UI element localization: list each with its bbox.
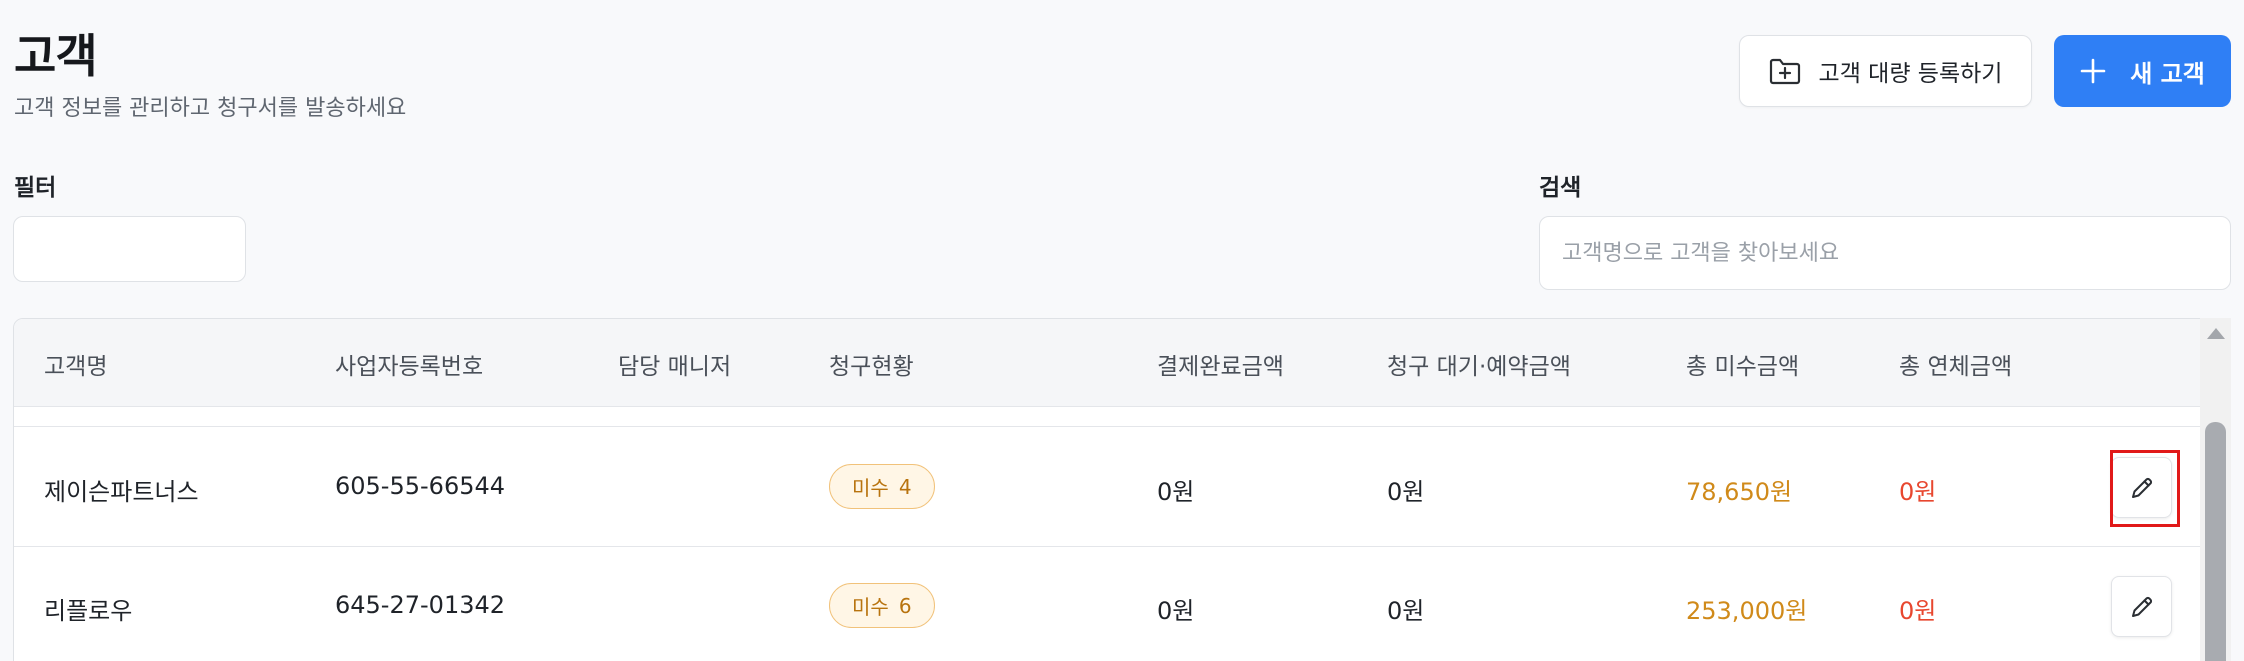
column-header-unpaid-amount[interactable]: 총 미수금액 — [1686, 347, 1799, 381]
filter-label: 필터 — [14, 175, 57, 201]
column-header-pending-amount[interactable]: 청구 대기·예약금액 — [1387, 347, 1571, 381]
cell-pending-amount: 0원 — [1387, 478, 1425, 506]
column-header-overdue-amount[interactable]: 총 연체금액 — [1899, 347, 2012, 381]
status-badge-count: 6 — [898, 593, 912, 618]
cell-unpaid-amount: 78,650원 — [1686, 478, 1793, 506]
table-row[interactable]: 제이슨파트너스 605-55-66544 미수 4 0원 0원 78,650원 … — [14, 428, 2200, 547]
cell-overdue-amount: 0원 — [1899, 597, 1937, 625]
table-header: 고객명 사업자등록번호 담당 매니저 청구현황 결제완료금액 청구 대기·예약금… — [14, 319, 2200, 407]
filter-select[interactable] — [13, 216, 246, 282]
cell-customer-name: 제이슨파트너스 — [44, 478, 199, 506]
scrollbar-thumb[interactable] — [2205, 422, 2226, 661]
cell-business-number: 645-27-01342 — [335, 591, 506, 619]
status-badge-count: 4 — [898, 474, 912, 499]
cell-pending-amount: 0원 — [1387, 597, 1425, 625]
bulk-register-label: 고객 대량 등록하기 — [1818, 61, 2003, 87]
table-scrollbar[interactable] — [2200, 318, 2231, 661]
status-badge: 미수 4 — [829, 464, 935, 509]
bulk-register-button[interactable]: 고객 대량 등록하기 — [1739, 35, 2032, 107]
cell-paid-amount: 0원 — [1157, 478, 1195, 506]
search-input[interactable] — [1539, 216, 2231, 290]
customer-table: 고객명 사업자등록번호 담당 매니저 청구현황 결제완료금액 청구 대기·예약금… — [13, 318, 2231, 661]
page-subtitle: 고객 정보를 관리하고 청구서를 발송하세요 — [14, 96, 407, 121]
column-header-billing-status[interactable]: 청구현황 — [829, 347, 914, 381]
column-header-name[interactable]: 고객명 — [44, 347, 107, 381]
column-header-paid-amount[interactable]: 결제완료금액 — [1157, 347, 1284, 381]
cell-paid-amount: 0원 — [1157, 597, 1195, 625]
page-title: 고객 — [14, 29, 98, 83]
table-row-partial — [14, 407, 2200, 427]
edit-customer-button[interactable] — [2111, 457, 2172, 518]
cell-business-number: 605-55-66544 — [335, 472, 506, 500]
cell-overdue-amount: 0원 — [1899, 478, 1937, 506]
table-row[interactable]: 리플로우 645-27-01342 미수 6 0원 0원 253,000원 0원 — [14, 547, 2200, 661]
column-header-manager[interactable]: 담당 매니저 — [618, 347, 731, 381]
cell-customer-name: 리플로우 — [44, 597, 133, 625]
new-customer-label: 새 고객 — [2130, 59, 2205, 88]
pencil-icon — [2129, 594, 2155, 620]
new-customer-button[interactable]: 새 고객 — [2054, 35, 2231, 107]
search-label: 검색 — [1539, 175, 1582, 201]
plus-icon — [2080, 58, 2106, 84]
folder-plus-icon — [1769, 57, 1801, 85]
column-header-business-number[interactable]: 사업자등록번호 — [335, 347, 483, 381]
cell-unpaid-amount: 253,000원 — [1686, 597, 1808, 625]
pencil-icon — [2129, 475, 2155, 501]
status-badge-label: 미수 — [852, 595, 889, 619]
status-badge-label: 미수 — [852, 476, 889, 500]
status-badge: 미수 6 — [829, 583, 935, 628]
edit-customer-button[interactable] — [2111, 576, 2172, 637]
scroll-up-arrow-icon[interactable] — [2207, 328, 2225, 339]
